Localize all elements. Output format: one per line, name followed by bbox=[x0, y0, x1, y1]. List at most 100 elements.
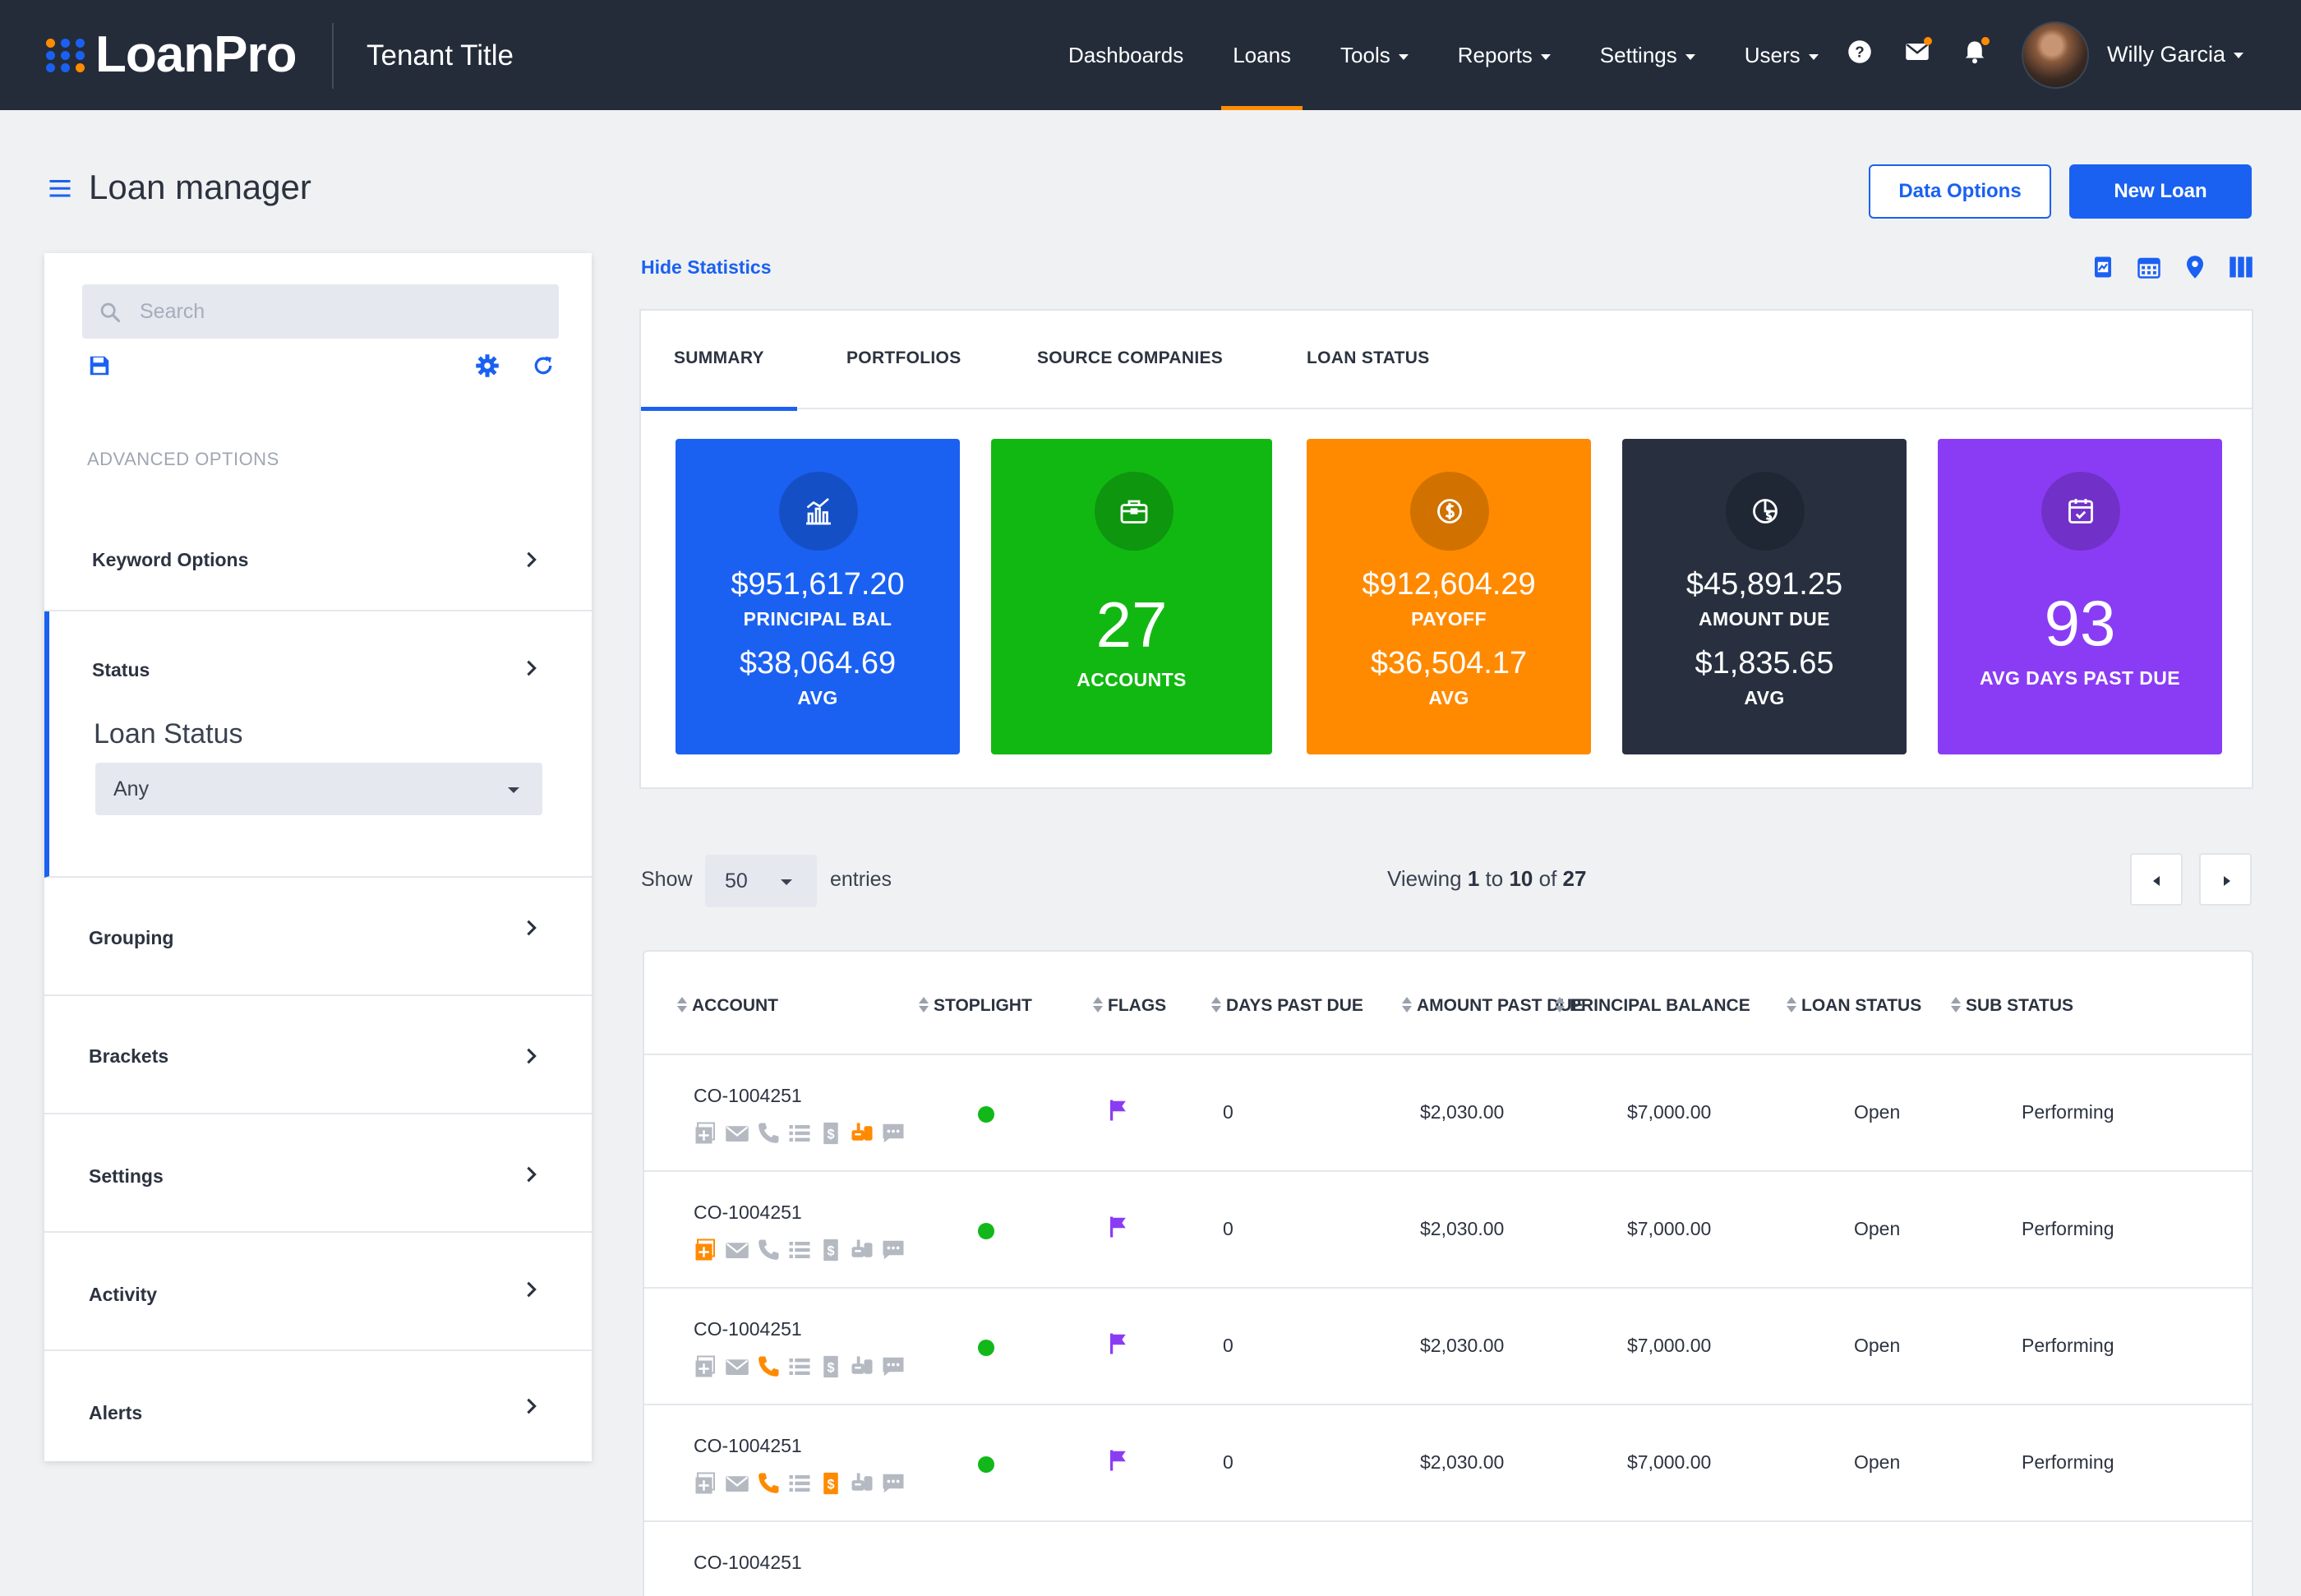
mail-truck-icon[interactable] bbox=[850, 1121, 874, 1146]
mail-icon[interactable] bbox=[725, 1471, 749, 1496]
phone-icon[interactable] bbox=[756, 1471, 781, 1496]
mail-icon[interactable] bbox=[725, 1121, 749, 1146]
bell-icon[interactable] bbox=[1962, 37, 1990, 64]
mail-truck-icon[interactable] bbox=[850, 1238, 874, 1262]
nav-tools[interactable]: Tools bbox=[1316, 0, 1433, 110]
flag-icon[interactable] bbox=[1106, 1331, 1131, 1356]
tab-summary[interactable]: SUMMARY bbox=[641, 311, 797, 411]
table-row[interactable]: CO-1004251 $0 $2,030.00 $7,000.00 Open Perfor… bbox=[644, 1404, 2252, 1520]
mail-icon[interactable] bbox=[725, 1238, 749, 1262]
new-loan-button[interactable]: New Loan bbox=[2069, 164, 2252, 219]
dollar-doc-icon[interactable]: $ bbox=[818, 1471, 843, 1496]
add-note-icon[interactable] bbox=[694, 1238, 718, 1262]
sort-icon bbox=[1951, 997, 1961, 1013]
nav-dashboards[interactable]: Dashboards bbox=[1044, 0, 1208, 110]
column-header-loan-status[interactable]: LOAN STATUS bbox=[1787, 996, 1921, 1016]
comment-icon[interactable] bbox=[881, 1121, 906, 1146]
column-header-days-past-due[interactable]: DAYS PAST DUE bbox=[1211, 996, 1363, 1016]
sidebar-item-activity[interactable]: Activity bbox=[44, 1233, 592, 1351]
page-size-select[interactable]: 50 bbox=[705, 855, 817, 907]
mail-truck-icon[interactable] bbox=[850, 1471, 874, 1496]
nav-loans[interactable]: Loans bbox=[1208, 0, 1316, 110]
top-navigation-bar: LoanPro Tenant Title Dashboards Loans Tool… bbox=[0, 0, 2301, 110]
comment-icon[interactable] bbox=[881, 1471, 906, 1496]
account-number[interactable]: CO-1004251 bbox=[694, 1202, 802, 1224]
refresh-icon[interactable] bbox=[531, 353, 556, 378]
sidebar-item-settings[interactable]: Settings bbox=[44, 1114, 592, 1233]
mail-icon[interactable] bbox=[725, 1354, 749, 1379]
nav-settings[interactable]: Settings bbox=[1575, 0, 1720, 110]
column-header-principal-balance[interactable]: PRINCIPAL BALANCE bbox=[1555, 996, 1750, 1016]
phone-icon[interactable] bbox=[756, 1238, 781, 1262]
account-number[interactable]: CO-1004251 bbox=[694, 1318, 802, 1340]
hamburger-menu-icon[interactable] bbox=[48, 176, 72, 201]
sidebar-item-label: Settings bbox=[89, 1165, 164, 1187]
stat-value: $45,891.25 bbox=[1685, 567, 1843, 602]
table-row[interactable]: CO-1004251 $0 $2,030.00 $7,000.00 Open Perfor… bbox=[644, 1054, 2252, 1170]
calendar-icon[interactable] bbox=[2137, 255, 2161, 279]
column-header-flags[interactable]: FLAGS bbox=[1093, 996, 1166, 1016]
list-icon[interactable] bbox=[787, 1471, 812, 1496]
loanpro-logo[interactable]: LoanPro bbox=[46, 26, 297, 84]
flag-icon[interactable] bbox=[1106, 1448, 1131, 1473]
tab-source-companies[interactable]: SOURCE COMPANIES bbox=[1037, 311, 1223, 409]
previous-page-button[interactable] bbox=[2130, 853, 2183, 906]
dollar-doc-icon[interactable]: $ bbox=[818, 1238, 843, 1262]
advanced-options-label: ADVANCED OPTIONS bbox=[87, 449, 279, 469]
column-header-sub-status[interactable]: SUB STATUS bbox=[1951, 996, 2073, 1016]
list-icon[interactable] bbox=[787, 1354, 812, 1379]
save-icon[interactable] bbox=[87, 353, 112, 378]
nav-reports[interactable]: Reports bbox=[1433, 0, 1575, 110]
mail-icon[interactable] bbox=[1905, 37, 1932, 64]
table-row[interactable]: CO-1004251 bbox=[644, 1520, 2252, 1596]
add-note-icon[interactable] bbox=[694, 1354, 718, 1379]
gear-icon[interactable] bbox=[475, 353, 500, 378]
chevron-down-icon bbox=[1398, 53, 1409, 60]
list-icon[interactable] bbox=[787, 1238, 812, 1262]
report-icon[interactable] bbox=[2091, 255, 2115, 279]
table-row[interactable]: CO-1004251 $0 $2,030.00 $7,000.00 Open Perfor… bbox=[644, 1287, 2252, 1404]
help-icon[interactable]: ? bbox=[1847, 39, 1872, 64]
map-pin-icon[interactable] bbox=[2183, 255, 2207, 279]
user-avatar[interactable] bbox=[2022, 21, 2089, 89]
phone-icon[interactable] bbox=[756, 1354, 781, 1379]
view-toggle-icons bbox=[2091, 255, 2253, 279]
tab-portfolios[interactable]: PORTFOLIOS bbox=[846, 311, 961, 409]
sidebar-item-brackets[interactable]: Brackets bbox=[44, 996, 592, 1114]
sidebar-item-alerts[interactable]: Alerts bbox=[44, 1351, 592, 1461]
flag-icon[interactable] bbox=[1106, 1215, 1131, 1239]
mail-truck-icon[interactable] bbox=[850, 1354, 874, 1379]
column-header-stoplight[interactable]: STOPLIGHT bbox=[919, 996, 1032, 1016]
comment-icon[interactable] bbox=[881, 1354, 906, 1379]
sidebar-item-grouping[interactable]: Grouping bbox=[44, 878, 592, 996]
account-number[interactable]: CO-1004251 bbox=[694, 1435, 802, 1457]
data-options-button[interactable]: Data Options bbox=[1869, 164, 2051, 219]
comment-icon[interactable] bbox=[881, 1238, 906, 1262]
add-note-icon[interactable] bbox=[694, 1471, 718, 1496]
hide-statistics-link[interactable]: Hide Statistics bbox=[641, 256, 772, 279]
stat-card-principal-balance: $951,617.20 PRINCIPAL BAL $38,064.69 AVG bbox=[676, 439, 960, 754]
columns-icon[interactable] bbox=[2229, 255, 2253, 279]
phone-icon[interactable] bbox=[756, 1121, 781, 1146]
stat-sub-label: AVG bbox=[1744, 687, 1785, 708]
svg-text:$: $ bbox=[827, 1477, 834, 1492]
column-header-account[interactable]: ACCOUNT bbox=[677, 996, 778, 1016]
account-number[interactable]: CO-1004251 bbox=[694, 1552, 802, 1574]
dollar-doc-icon[interactable]: $ bbox=[818, 1354, 843, 1379]
loan-status-select[interactable]: Any bbox=[95, 763, 542, 815]
sidebar-item-keyword-options[interactable]: Keyword Options bbox=[44, 510, 592, 611]
user-menu[interactable]: Willy Garcia bbox=[2107, 39, 2244, 69]
next-page-button[interactable] bbox=[2199, 853, 2252, 906]
table-row[interactable]: CO-1004251 $0 $2,030.00 $7,000.00 Open Perfor… bbox=[644, 1170, 2252, 1287]
flag-icon[interactable] bbox=[1106, 1098, 1131, 1123]
account-number[interactable]: CO-1004251 bbox=[694, 1085, 802, 1107]
nav-users[interactable]: Users bbox=[1720, 0, 1843, 110]
account-action-icons: $ bbox=[694, 1354, 906, 1379]
stat-card-avg-days-past-due: 93 AVG DAYS PAST DUE bbox=[1938, 439, 2222, 754]
amount-past-due-cell: $2,030.00 bbox=[1420, 1451, 1505, 1473]
add-note-icon[interactable] bbox=[694, 1121, 718, 1146]
list-icon[interactable] bbox=[787, 1121, 812, 1146]
dollar-doc-icon[interactable]: $ bbox=[818, 1121, 843, 1146]
tab-loan-status[interactable]: LOAN STATUS bbox=[1307, 311, 1430, 409]
search-input[interactable] bbox=[140, 284, 542, 339]
